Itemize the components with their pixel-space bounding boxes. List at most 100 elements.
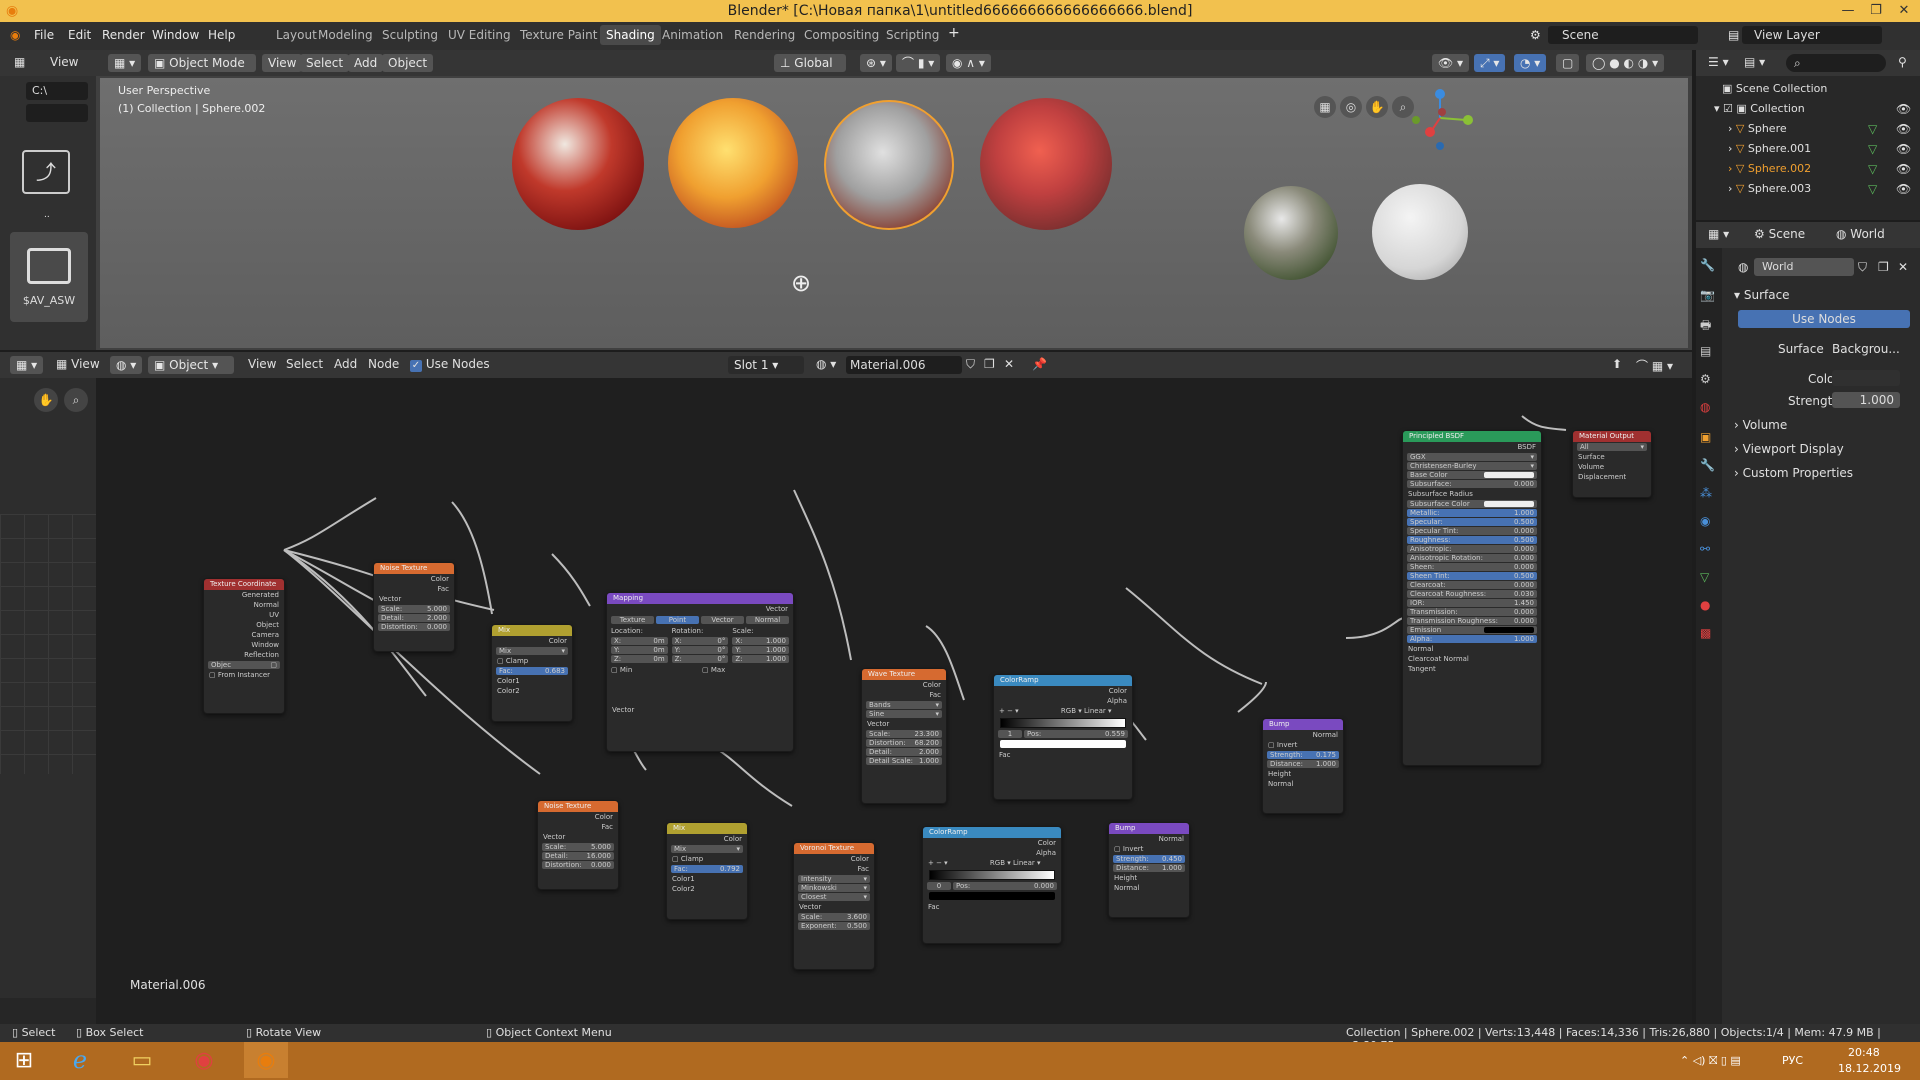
- distance-field[interactable]: Distance: 1.000: [1113, 864, 1185, 872]
- ramp-controls[interactable]: + − ▾ RGB ▾ Linear ▾: [923, 858, 1061, 868]
- snap-node-icon[interactable]: ⌒ ▦ ▾: [1636, 357, 1673, 374]
- blend-mode-dropdown[interactable]: Mix ▾: [496, 647, 568, 655]
- tab-shading[interactable]: Shading: [600, 25, 661, 45]
- outliner-sphere-002[interactable]: › ▽ Sphere.002: [1728, 162, 1811, 175]
- snap-icon[interactable]: ⌒ ▮ ▾: [896, 54, 941, 72]
- subsurface-method-dropdown[interactable]: Christensen-Burley ▾: [1407, 462, 1537, 470]
- detail-field[interactable]: Detail: 16.000: [542, 852, 614, 860]
- mapping-field[interactable]: Y: 0°: [671, 646, 729, 654]
- bsdf-input[interactable]: Sheen Tint: 0.500: [1407, 572, 1537, 580]
- outliner-sphere-001[interactable]: › ▽ Sphere.001: [1728, 142, 1811, 155]
- bsdf-input[interactable]: Sheen: 0.000: [1407, 563, 1537, 571]
- sphere-002-object-selected[interactable]: [824, 100, 954, 230]
- world-tab[interactable]: ◍ World: [1836, 227, 1885, 241]
- node-mix-1[interactable]: Mix Color Mix ▾ ▢ Clamp Fac: 0.683 Color1 …: [491, 624, 573, 722]
- pivot-icon[interactable]: ⊛ ▾: [860, 54, 892, 72]
- mapping-field[interactable]: X: 0m: [611, 637, 668, 645]
- collection-item[interactable]: ▾ ☑ ▣ Collection: [1714, 102, 1805, 115]
- stop-pos-field[interactable]: Pos: 0.559: [1024, 730, 1128, 738]
- from-instancer-checkbox[interactable]: ▢ From Instancer: [204, 670, 284, 680]
- tab-compositing[interactable]: Compositing: [798, 28, 885, 42]
- navigation-gizmo[interactable]: [1410, 86, 1474, 156]
- view-layer-tab-icon[interactable]: ▤: [1700, 344, 1718, 362]
- object-dropdown[interactable]: ▣ Object ▾: [148, 356, 234, 374]
- node-select-menu[interactable]: Select: [286, 357, 323, 371]
- invert-checkbox[interactable]: ▢ Invert: [1109, 844, 1189, 854]
- clock-time[interactable]: 20:48: [1848, 1046, 1880, 1059]
- distance-metric-dropdown[interactable]: Minkowski ▾: [798, 884, 870, 892]
- scene-collection-item[interactable]: ▣ Scene Collection: [1722, 82, 1827, 95]
- bsdf-input[interactable]: Tangent: [1403, 664, 1541, 674]
- node-editor-type[interactable]: ▦ ▾: [10, 356, 44, 374]
- object-tab-icon[interactable]: ▣: [1700, 430, 1718, 448]
- blender-taskbar-icon[interactable]: ◉: [244, 1042, 288, 1078]
- custom-properties-panel-header[interactable]: › Custom Properties: [1734, 466, 1853, 480]
- path-field[interactable]: C:\: [26, 82, 88, 100]
- node-voronoi-texture[interactable]: Voronoi Texture Color Fac Intensity ▾ Min…: [793, 842, 875, 970]
- scene-tab[interactable]: ⚙ Scene: [1754, 227, 1805, 241]
- detail-field[interactable]: Detail: 2.000: [378, 614, 450, 622]
- distortion-field[interactable]: Distortion: 0.000: [542, 861, 614, 869]
- scene-selector[interactable]: Scene: [1548, 26, 1698, 44]
- shading-modes[interactable]: ◯ ● ◐ ◑ ▾: [1586, 54, 1665, 72]
- tab-scripting[interactable]: Scripting: [880, 28, 945, 42]
- bsdf-input[interactable]: IOR: 1.450: [1407, 599, 1537, 607]
- color-ramp-gradient[interactable]: [1000, 718, 1126, 728]
- distribution-dropdown[interactable]: GGX ▾: [1407, 453, 1537, 461]
- mapping-field[interactable]: Z: 0m: [611, 655, 668, 663]
- chrome-icon[interactable]: ◉: [182, 1042, 226, 1078]
- bsdf-input[interactable]: Anisotropic: 0.000: [1407, 545, 1537, 553]
- scale-field[interactable]: Scale: 5.000: [542, 843, 614, 851]
- particles-tab-icon[interactable]: ⁂: [1700, 486, 1718, 504]
- sphere-003-object[interactable]: [980, 98, 1112, 230]
- unlink-material-icon[interactable]: ✕: [1004, 357, 1014, 371]
- overlay-toggle-icon[interactable]: ◔ ▾: [1514, 54, 1547, 72]
- render-tab-icon[interactable]: 📷: [1700, 288, 1718, 306]
- menu-help[interactable]: Help: [208, 28, 235, 42]
- eye-icon[interactable]: 👁: [1896, 122, 1911, 136]
- file-browser-view[interactable]: View: [50, 55, 78, 69]
- grid-view-icon[interactable]: ▦: [1314, 96, 1336, 118]
- clamp-checkbox[interactable]: ▢ Clamp: [667, 854, 747, 864]
- fac-field[interactable]: Fac: 0.683: [496, 667, 568, 675]
- stop-index-field[interactable]: 1: [998, 730, 1022, 738]
- scale-field[interactable]: Scale: 3.600: [798, 913, 870, 921]
- fac-field[interactable]: Fac: 0.792: [671, 865, 743, 873]
- camera-icon[interactable]: ◎: [1340, 96, 1362, 118]
- sphere-object[interactable]: [512, 98, 644, 230]
- max-checkbox[interactable]: ▢ Max: [702, 665, 789, 675]
- mapping-type-texture[interactable]: Texture: [611, 616, 654, 624]
- folder-item[interactable]: $AV_ASW: [10, 232, 88, 322]
- ramp-controls[interactable]: + − ▾ RGB ▾ Linear ▾: [994, 706, 1132, 716]
- node-bump-2[interactable]: Bump Normal ▢ Invert Strength: 0.450 Dist…: [1108, 822, 1190, 918]
- color-ramp-gradient[interactable]: [929, 870, 1055, 880]
- tab-animation[interactable]: Animation: [656, 28, 729, 42]
- close-icon[interactable]: ✕: [1890, 0, 1918, 22]
- node-node-menu[interactable]: Node: [368, 357, 399, 371]
- bsdf-input[interactable]: Transmission: 0.000: [1407, 608, 1537, 616]
- menu-render[interactable]: Render: [102, 28, 145, 42]
- surface-shader-value[interactable]: Backgrou...: [1832, 342, 1900, 356]
- mesh-data-icon[interactable]: ▽: [1868, 162, 1877, 176]
- add-workspace-icon[interactable]: +: [948, 25, 960, 41]
- color-swatch[interactable]: [1484, 501, 1534, 507]
- mapping-field[interactable]: Y: 1.000: [732, 646, 790, 654]
- mapping-type-vector[interactable]: Vector: [701, 616, 744, 624]
- viewport-display-panel-header[interactable]: › Viewport Display: [1734, 442, 1844, 456]
- distance-field[interactable]: Distance: 1.000: [1267, 760, 1339, 768]
- coloring-dropdown[interactable]: Intensity ▾: [798, 875, 870, 883]
- mapping-field[interactable]: Y: 0m: [611, 646, 668, 654]
- use-nodes-checkbox[interactable]: ✓ Use Nodes: [410, 357, 490, 372]
- bsdf-input[interactable]: Subsurface Color: [1407, 500, 1537, 508]
- bsdf-input[interactable]: Specular: 0.500: [1407, 518, 1537, 526]
- zoom-icon[interactable]: ⌕: [64, 388, 88, 412]
- invert-checkbox[interactable]: ▢ Invert: [1263, 740, 1343, 750]
- bsdf-input[interactable]: Clearcoat Roughness: 0.030: [1407, 590, 1537, 598]
- color-swatch[interactable]: [1832, 370, 1900, 386]
- file-explorer-icon[interactable]: ▭: [120, 1042, 164, 1078]
- bsdf-input[interactable]: Clearcoat Normal: [1403, 654, 1541, 664]
- color-swatch[interactable]: [1484, 627, 1534, 633]
- node-view-menu[interactable]: View: [248, 357, 276, 371]
- strength-field[interactable]: Strength: 0.175: [1267, 751, 1339, 759]
- slot-dropdown[interactable]: Slot 1 ▾: [728, 356, 804, 374]
